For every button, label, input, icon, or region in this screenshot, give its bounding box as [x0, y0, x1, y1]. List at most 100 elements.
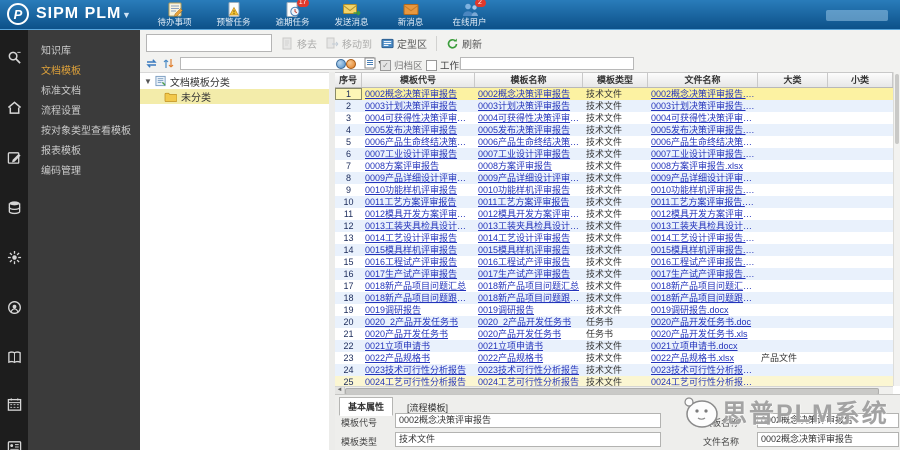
- finalize-area-button[interactable]: 定型区: [381, 36, 427, 51]
- cell-模板名称[interactable]: 0019调研报告: [475, 304, 583, 316]
- cell-文件名称[interactable]: 0013工装夹具检具设计评审报告.xlsx: [648, 220, 758, 232]
- cell-文件名称[interactable]: 0006产品生命终结决策评审报告.xlsx: [648, 136, 758, 148]
- column-header-小类[interactable]: 小类: [828, 73, 893, 87]
- cell-模板名称[interactable]: 0017生产试产评审报告: [475, 268, 583, 280]
- column-header-模板代号[interactable]: 模板代号: [362, 73, 475, 87]
- cell-文件名称[interactable]: 0004可获得性决策评审报告.xlsx: [648, 112, 758, 124]
- cell-模板代号[interactable]: 0009产品详细设计评审报告: [362, 172, 475, 184]
- remove-button[interactable]: 移去: [281, 36, 317, 51]
- cell-模板代号[interactable]: 0002概念决策评审报告: [362, 88, 475, 100]
- column-header-序号[interactable]: 序号: [335, 73, 362, 87]
- table-row[interactable]: 13 0014工艺设计评审报告 0014工艺设计评审报告 技术文件 0014工艺设计评审…: [335, 232, 893, 244]
- cell-文件名称[interactable]: 0010功能样机评审报告.xlsx: [648, 184, 758, 196]
- vertical-scrollbar[interactable]: [893, 72, 900, 386]
- tab-basic-properties[interactable]: 基本属性: [339, 397, 394, 416]
- cell-模板名称[interactable]: 0023技术可行性分析报告: [475, 364, 583, 376]
- table-row[interactable]: 21 0020产品开发任务书 0020产品开发任务书 任务书 0020产品开发任务书.x…: [335, 328, 893, 340]
- table-row[interactable]: 24 0023技术可行性分析报告 0023技术可行性分析报告 技术文件 0023技术可行…: [335, 364, 893, 376]
- cell-文件名称[interactable]: 0014工艺设计评审报告.xlsx: [648, 232, 758, 244]
- cell-模板代号[interactable]: 0004可获得性决策评审报告: [362, 112, 475, 124]
- cell-模板代号[interactable]: 0022产品规格书: [362, 352, 475, 364]
- toolbar-item-todo[interactable]: 待办事项: [145, 0, 204, 29]
- cell-模板代号[interactable]: 0017生产试产评审报告: [362, 268, 475, 280]
- category-combobox[interactable]: [146, 34, 272, 52]
- cell-模板名称[interactable]: 0004可获得性决策评审报告: [475, 112, 583, 124]
- cell-文件名称[interactable]: 0012模具开发方案评审报告.xlsx: [648, 208, 758, 220]
- cell-模板名称[interactable]: 0015模具样机评审报告: [475, 244, 583, 256]
- sidebar-item-按对象类型查看模板[interactable]: 按对象类型查看模板: [28, 122, 140, 142]
- book-icon[interactable]: [0, 346, 28, 368]
- cell-模板代号[interactable]: 0016工程试产评审报告: [362, 256, 475, 268]
- table-row[interactable]: 23 0022产品规格书 0022产品规格书 技术文件 0022产品规格书.xlsx 产品…: [335, 352, 893, 364]
- template-code-field[interactable]: 0002概念决策评审报告: [395, 413, 661, 428]
- cell-模板名称[interactable]: 0022产品规格书: [475, 352, 583, 364]
- cell-模板代号[interactable]: 0012模具开发方案评审报告: [362, 208, 475, 220]
- cell-模板名称[interactable]: 0018新产品项目问题汇总: [475, 280, 583, 292]
- cell-模板名称[interactable]: 0013工装夹具检具设计评审报告: [475, 220, 583, 232]
- table-row[interactable]: 4 0005发布决策评审报告 0005发布决策评审报告 技术文件 0005发布决策评审报…: [335, 124, 893, 136]
- cell-文件名称[interactable]: 0002概念决策评审报告.xlsx: [648, 88, 758, 100]
- cell-模板名称[interactable]: 0020_2产品开发任务书: [475, 316, 583, 328]
- cell-文件名称[interactable]: 0019调研报告.docx: [648, 304, 758, 316]
- sidebar-item-文档模板[interactable]: 文档模板: [28, 62, 140, 82]
- database-icon[interactable]: [0, 196, 28, 218]
- tree-node-root[interactable]: ▼ 文档模板分类: [140, 73, 329, 89]
- edit-icon[interactable]: [0, 146, 28, 168]
- sidebar-item-流程设置[interactable]: 流程设置: [28, 102, 140, 122]
- scrollbar-thumb[interactable]: [895, 74, 899, 144]
- table-row[interactable]: 10 0011工艺方案评审报告 0011工艺方案评审报告 技术文件 0011工艺方案评审…: [335, 196, 893, 208]
- search-doc-icon[interactable]: [0, 46, 28, 68]
- search-prev-icon[interactable]: [336, 59, 346, 69]
- support-icon[interactable]: [0, 296, 28, 318]
- column-header-文件名称[interactable]: 文件名称: [648, 73, 758, 87]
- toolbar-item-new-message[interactable]: 新消息: [381, 0, 440, 29]
- tree-refresh-icon[interactable]: [145, 57, 159, 70]
- cell-模板代号[interactable]: 0018新产品项目问题汇总: [362, 280, 475, 292]
- cell-文件名称[interactable]: 0021立项申请书.docx: [648, 340, 758, 352]
- file-name-field[interactable]: 0002概念决策评审报告: [757, 432, 899, 447]
- collapse-tree-icon[interactable]: [162, 57, 176, 70]
- cell-模板名称[interactable]: 0008方案评审报告: [475, 160, 583, 172]
- cell-模板代号[interactable]: 0007工业设计评审报告: [362, 148, 475, 160]
- toolbar-item-warning-task[interactable]: 预警任务: [204, 0, 263, 29]
- toolbar-item-online-users[interactable]: 2 在线用户: [440, 0, 499, 29]
- table-row[interactable]: 22 0021立项申请书 0021立项申请书 技术文件 0021立项申请书.docx: [335, 340, 893, 352]
- tree-expand-icon[interactable]: ▼: [144, 77, 152, 86]
- cell-文件名称[interactable]: 0018新产品项目问题汇总.xls: [648, 280, 758, 292]
- cell-模板代号[interactable]: 0003计划决策评审报告: [362, 100, 475, 112]
- table-row[interactable]: 1 0002概念决策评审报告 0002概念决策评审报告 技术文件 0002概念决策评审报…: [335, 88, 893, 100]
- table-row[interactable]: 19 0019调研报告 0019调研报告 技术文件 0019调研报告.docx: [335, 304, 893, 316]
- cell-模板名称[interactable]: 0003计划决策评审报告: [475, 100, 583, 112]
- cell-模板代号[interactable]: 0005发布决策评审报告: [362, 124, 475, 136]
- home-icon[interactable]: [0, 96, 28, 118]
- sidebar-item-标准文档[interactable]: 标准文档: [28, 82, 140, 102]
- cell-文件名称[interactable]: 0016工程试产评审报告.xlsx: [648, 256, 758, 268]
- column-header-模板名称[interactable]: 模板名称: [475, 73, 583, 87]
- cell-模板名称[interactable]: 0006产品生命终结决策评审报告: [475, 136, 583, 148]
- table-row[interactable]: 120013工装夹具检具设计评审报告0013工装夹具检具设计评审报告技术文件00…: [335, 220, 893, 232]
- cell-模板名称[interactable]: 0018新产品项目问题跟踪表: [475, 292, 583, 304]
- tree-node-unclassified[interactable]: 未分类: [140, 89, 329, 104]
- toolbar-item-overdue-task[interactable]: 17 逾期任务: [263, 0, 322, 29]
- cell-模板代号[interactable]: 0021立项申请书: [362, 340, 475, 352]
- horizontal-scrollbar[interactable]: ◄: [335, 386, 893, 395]
- cell-模板代号[interactable]: 0018新产品项目问题跟踪表: [362, 292, 475, 304]
- cell-模板代号[interactable]: 0020产品开发任务书: [362, 328, 475, 340]
- table-row[interactable]: 14 0015模具样机评审报告 0015模具样机评审报告 技术文件 0015模具样机评审…: [335, 244, 893, 256]
- cell-文件名称[interactable]: 0023技术可行性分析报告.docx: [648, 364, 758, 376]
- sidebar-item-编码管理[interactable]: 编码管理: [28, 162, 140, 182]
- cell-模板名称[interactable]: 0002概念决策评审报告: [475, 88, 583, 100]
- titlebar-quick-area[interactable]: [826, 10, 888, 21]
- column-header-模板类型[interactable]: 模板类型: [583, 73, 648, 87]
- cell-模板名称[interactable]: 0007工业设计评审报告: [475, 148, 583, 160]
- cell-模板名称[interactable]: 0014工艺设计评审报告: [475, 232, 583, 244]
- cell-模板代号[interactable]: 0013工装夹具检具设计评审报告: [362, 220, 475, 232]
- refresh-button[interactable]: 刷新: [446, 36, 482, 51]
- table-row[interactable]: 17 0018新产品项目问题汇总 0018新产品项目问题汇总 技术文件 0018新产品项…: [335, 280, 893, 292]
- table-row[interactable]: 20 0020_2产品开发任务书 0020_2产品开发任务书 任务书 0020产品开发任…: [335, 316, 893, 328]
- search-next-icon[interactable]: [346, 59, 356, 69]
- cell-模板代号[interactable]: 0020_2产品开发任务书: [362, 316, 475, 328]
- cell-模板名称[interactable]: 0011工艺方案评审报告: [475, 196, 583, 208]
- cell-模板代号[interactable]: 0006产品生命终结决策评审报告: [362, 136, 475, 148]
- card-icon[interactable]: [0, 435, 28, 450]
